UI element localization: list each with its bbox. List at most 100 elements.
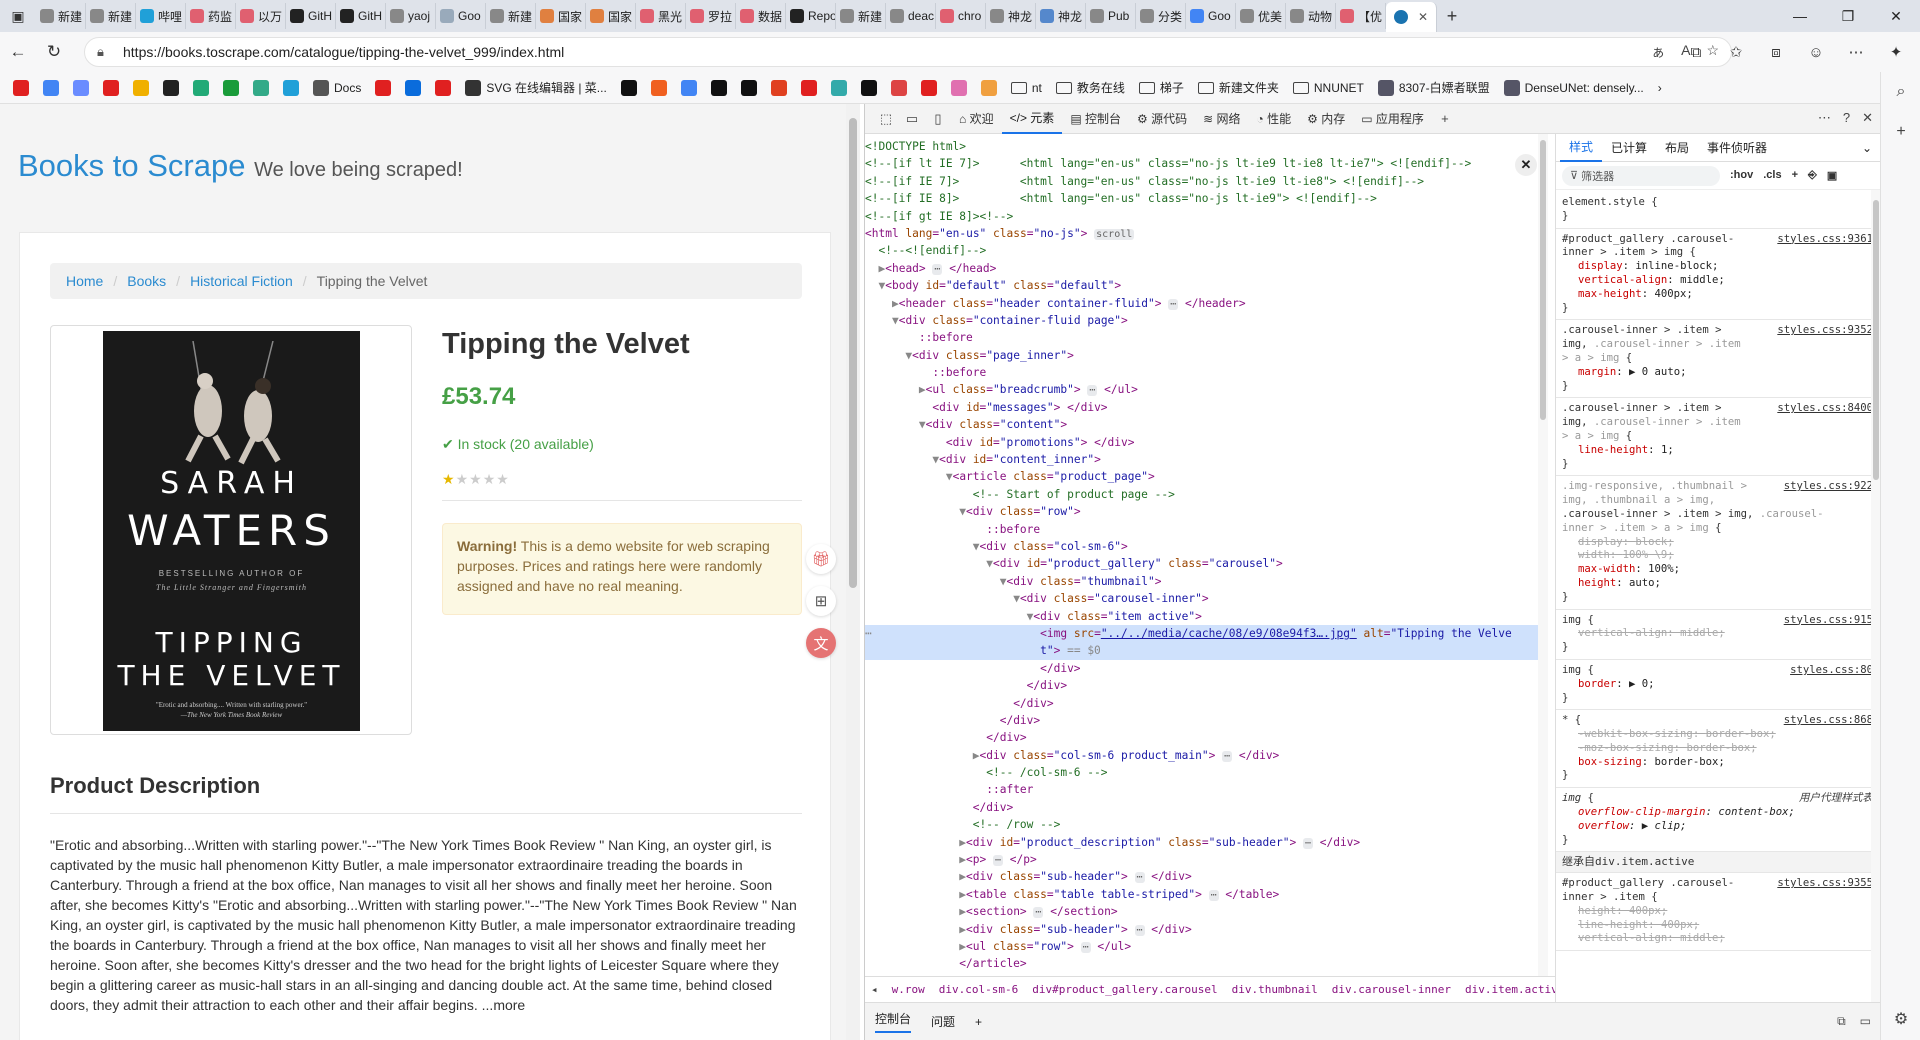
css-rules[interactable]: element.style {} styles.css:9361 #product… [1556,190,1881,953]
browser-tab[interactable]: chro [936,3,986,29]
computed-sidebar-icon[interactable]: ▣ [1827,169,1837,182]
translate-float-icon[interactable]: 文 [806,628,836,658]
bookmark-item[interactable] [648,76,670,100]
tab-actions-icon[interactable]: ▣ [0,0,36,32]
minimize-icon[interactable]: — [1776,0,1824,32]
bookmark-folder[interactable]: NNUNET [1290,76,1367,100]
crumb-scroll-left-icon[interactable]: ◂ [871,983,878,996]
copilot-icon[interactable]: ✦ [1882,36,1910,68]
bookmark-item[interactable] [280,76,302,100]
browser-tab[interactable]: GitH [336,3,386,29]
styles-tab-computed[interactable]: 已计算 [1602,134,1656,162]
bookmark-item[interactable] [738,76,760,100]
bookmark-item[interactable] [402,76,424,100]
browser-tab[interactable]: 新建 [86,3,136,29]
restore-icon[interactable]: ❐ [1824,0,1872,32]
inspect-icon[interactable]: ⬚ [873,111,899,127]
bookmark-item[interactable]: SVG 在线编辑器 | 菜... [462,76,609,100]
dom-crumb[interactable]: div.item.active [1465,983,1555,996]
bookmark-item[interactable] [160,76,182,100]
browser-tab[interactable]: 黑光 [636,3,686,29]
address-bar[interactable]: 🔒︎ https://books.toscrape.com/catalogue/… [84,37,1732,67]
dom-crumb[interactable]: div.col-sm-6 [939,983,1018,996]
devtools-close-icon[interactable]: ✕ [1862,110,1873,126]
devtools-tab-memory[interactable]: ⚙ 内存 [1299,104,1353,134]
site-info-icon[interactable]: 🔒︎ [97,44,113,60]
page-scrollbar[interactable] [846,104,860,1040]
browser-tab-active[interactable]: ✕ [1386,2,1438,32]
bookmark-item[interactable] [130,76,152,100]
browser-tab[interactable]: 数据 [736,3,786,29]
bookmark-item[interactable] [220,76,242,100]
browser-tab[interactable]: 哔哩 [136,3,186,29]
dismiss-overlay-icon[interactable]: ✕ [1515,154,1537,176]
dom-crumb[interactable]: div.carousel-inner [1332,983,1451,996]
bookmark-item[interactable]: DenseUNet: densely... [1501,76,1647,100]
new-rule-icon[interactable]: + [1792,169,1798,182]
bookmark-item[interactable] [708,76,730,100]
drawer-toggle-icon[interactable]: ▭ [1860,1014,1871,1029]
browser-tab[interactable]: 罗拉 [686,3,736,29]
browser-tab[interactable]: 神龙 [1036,3,1086,29]
bookmark-folder[interactable]: 教务在线 [1053,76,1128,100]
bookmark-item[interactable] [918,76,940,100]
bookmarks-overflow-icon[interactable]: › [1655,76,1665,100]
browser-tab[interactable]: 国家 [536,3,586,29]
styles-more-icon[interactable]: ⌄ [1853,134,1881,162]
bookmark-item[interactable] [40,76,62,100]
styles-tab-layout[interactable]: 布局 [1656,134,1698,162]
browser-tab[interactable]: 新建 [836,3,886,29]
bookmark-item[interactable] [948,76,970,100]
bookmark-folder[interactable]: 新建文件夹 [1195,76,1282,100]
bookmark-item[interactable] [70,76,92,100]
devtools-tab-application[interactable]: ▭ 应用程序 [1353,104,1432,134]
devtools-tab-console[interactable]: ▤ 控制台 [1062,104,1129,134]
drawer-tab-issues[interactable]: 问题 [931,1013,955,1030]
reload-icon[interactable]: ↻ [36,36,72,68]
device-icon[interactable]: ▭ [899,111,925,127]
extensions-icon[interactable]: ⧉ [1682,36,1710,68]
bookmark-item[interactable] [372,76,394,100]
profile-avatar[interactable]: ☺ [1802,36,1830,68]
browser-tab[interactable]: 【优 [1336,3,1386,29]
drawer-tab-console[interactable]: 控制台 [875,1010,912,1033]
bookmark-item[interactable] [798,76,820,100]
cls-toggle[interactable]: .cls [1763,169,1781,182]
bookmark-item[interactable] [190,76,212,100]
devtools-menu-icon[interactable]: ⋯ [1818,110,1831,126]
drawer-add-icon[interactable]: + [975,1015,982,1029]
browser-tab[interactable]: 以万 [236,3,286,29]
styles-tab-styles[interactable]: 样式 [1560,134,1603,162]
translate-icon[interactable]: ぁ [1651,42,1665,62]
browser-tab[interactable]: 分类 [1136,3,1186,29]
favorites-icon[interactable]: ✩ [1722,36,1750,68]
devtools-tab-sources[interactable]: ⚙ 源代码 [1129,104,1195,134]
bookmark-item[interactable] [888,76,910,100]
browser-tab[interactable]: Repo [786,3,836,29]
devtools-tab-elements[interactable]: </> 元素 [1001,104,1063,134]
browser-tab[interactable]: Goo [436,3,486,29]
new-tab-button[interactable]: + [1437,6,1467,27]
bookmark-item[interactable] [768,76,790,100]
breadcrumb-category[interactable]: Historical Fiction [190,273,293,289]
bookmark-item[interactable] [858,76,880,100]
dom-tree-scrollbar[interactable] [1538,134,1548,976]
sidebar-search-icon[interactable]: ⌕ [1881,72,1920,112]
bookmark-item[interactable] [978,76,1000,100]
browser-tab[interactable]: 药监 [186,3,236,29]
sidebar-settings-icon[interactable]: ⚙ [1881,1000,1920,1040]
dom-tree[interactable]: <!DOCTYPE html> <!--[if lt IE 7]> <html … [865,134,1545,976]
dom-crumb[interactable]: w.row [892,983,925,996]
gift-icon[interactable]: 🎁︎ [806,544,836,574]
menu-icon[interactable]: ⋯ [1842,36,1870,68]
hov-toggle[interactable]: :hov [1730,169,1753,182]
undock-icon[interactable]: ⧉ [1837,1014,1846,1029]
collections-icon[interactable]: ⧈ [1762,36,1790,68]
bookmark-item[interactable] [10,76,32,100]
browser-tab[interactable]: 国家 [586,3,636,29]
browser-tab[interactable]: deac [886,3,936,29]
browser-tab[interactable]: 优美 [1236,3,1286,29]
bookmark-item[interactable] [432,76,454,100]
bookmark-item[interactable] [100,76,122,100]
browser-tab[interactable]: Pub [1086,3,1136,29]
